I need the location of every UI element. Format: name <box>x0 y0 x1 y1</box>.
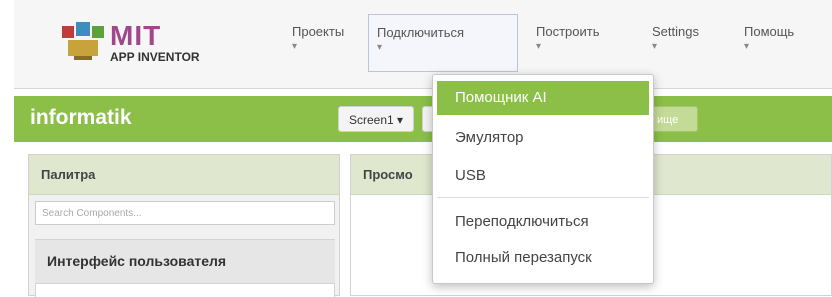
project-toolbar: informatik Screen1 ▾ ище <box>14 96 832 142</box>
logo-subtitle: APP INVENTOR <box>110 50 200 64</box>
palette-list <box>35 283 335 297</box>
menu-connect-label: Подключиться <box>377 25 465 40</box>
menu-build[interactable]: Построить ▾ <box>528 14 607 72</box>
search-components-input[interactable] <box>35 201 335 225</box>
logo-icon <box>62 22 104 60</box>
app-inventor-logo[interactable]: MIT APP INVENTOR <box>48 14 228 64</box>
palette-title: Палитра <box>29 155 339 195</box>
logo-title: MIT <box>110 20 162 51</box>
menu-help[interactable]: Помощь ▾ <box>736 14 802 72</box>
connect-dropdown-menu: Помощник AI Эмулятор USB Переподключитьс… <box>432 74 654 284</box>
menu-item-hard-reset[interactable]: Полный перезапуск <box>437 241 649 275</box>
top-navigation-bar: MIT APP INVENTOR Проекты ▾ Подключиться … <box>14 0 832 89</box>
menu-help-label: Помощь <box>744 24 795 39</box>
screen-select-button[interactable]: Screen1 ▾ <box>338 106 415 132</box>
chevron-down-icon: ▾ <box>292 41 298 52</box>
menu-connect[interactable]: Подключиться ▾ <box>368 14 518 72</box>
menu-item-emulator[interactable]: Эмулятор <box>437 121 649 155</box>
menu-build-label: Построить <box>536 24 600 39</box>
palette-panel: Палитра Интерфейс пользователя <box>28 154 340 297</box>
chevron-down-icon: ▾ <box>377 42 383 53</box>
menu-item-usb[interactable]: USB <box>437 159 649 193</box>
menu-item-reconnect[interactable]: Переподключиться <box>437 205 649 239</box>
menu-settings[interactable]: Settings ▾ <box>644 14 707 72</box>
menu-item-ai-companion[interactable]: Помощник AI <box>437 81 649 115</box>
chevron-down-icon: ▾ <box>652 41 658 52</box>
toolbar-button-partial[interactable]: ище <box>648 106 698 132</box>
chevron-down-icon: ▾ <box>744 41 750 52</box>
chevron-down-icon: ▾ <box>536 41 542 52</box>
menu-divider <box>437 197 649 198</box>
menu-projects[interactable]: Проекты ▾ <box>284 14 352 72</box>
palette-category-user-interface[interactable]: Интерфейс пользователя <box>35 239 335 283</box>
menu-projects-label: Проекты <box>292 24 345 39</box>
project-name: informatik <box>30 106 132 129</box>
menu-settings-label: Settings <box>652 24 699 39</box>
